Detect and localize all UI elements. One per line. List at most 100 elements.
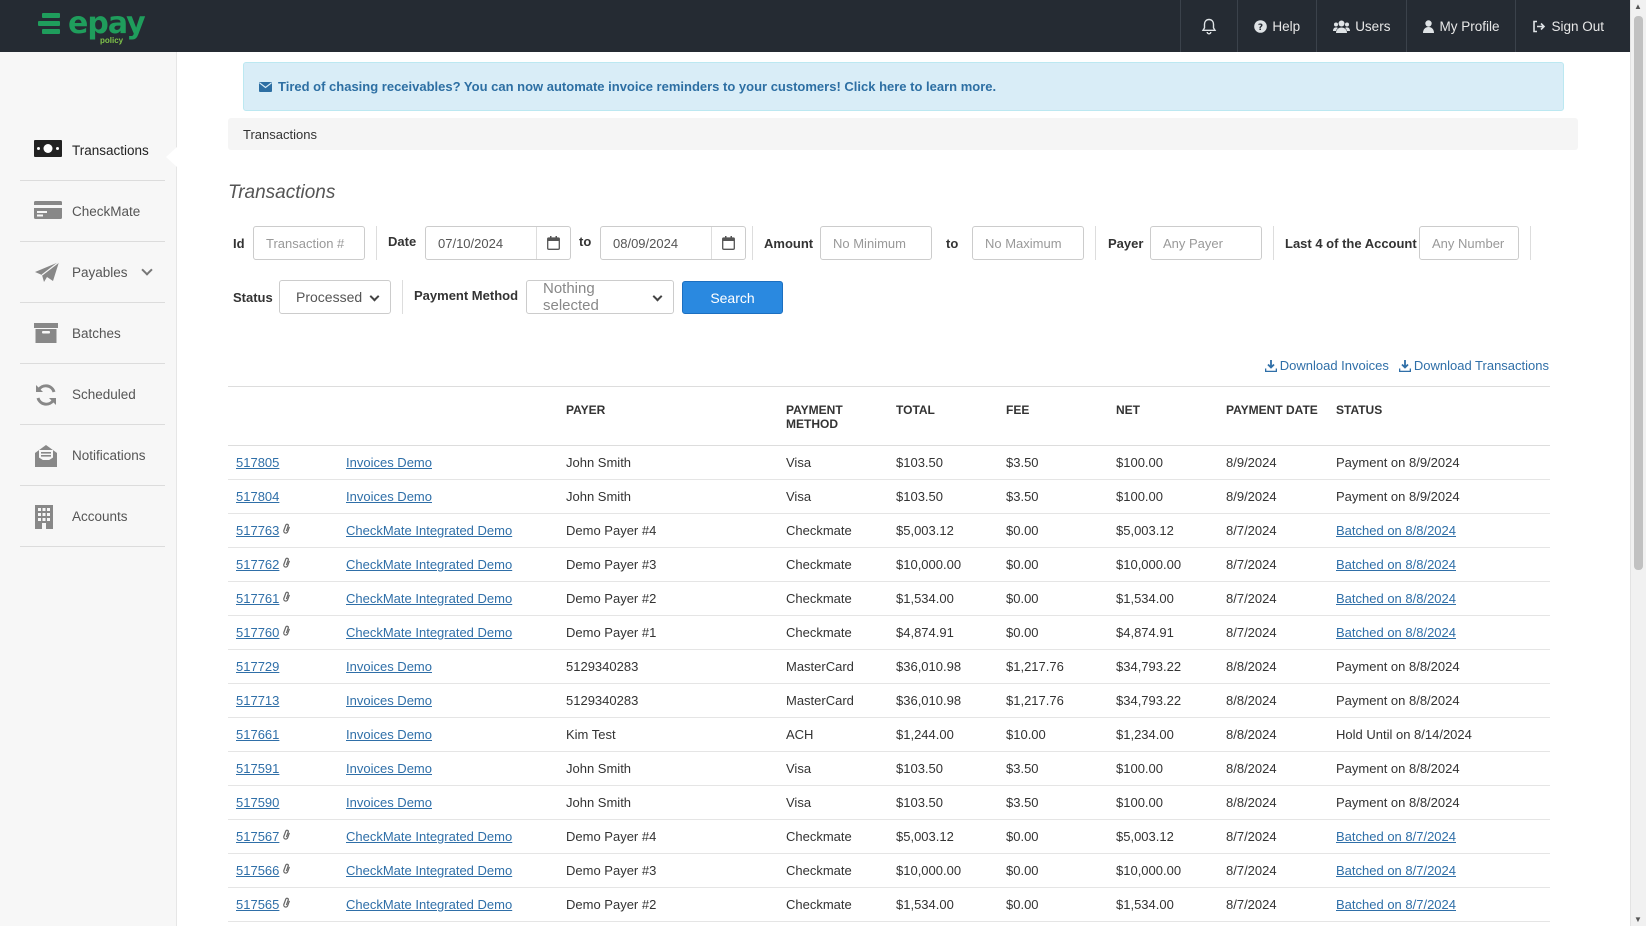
account-link[interactable]: Invoices Demo [346, 659, 432, 674]
batch-status-link[interactable]: Batched on 8/8/2024 [1336, 557, 1456, 572]
transaction-id-link[interactable]: 517565 [236, 897, 279, 912]
transaction-id-link[interactable]: 517590 [236, 795, 279, 810]
cell-payer: John Smith [558, 751, 778, 786]
column-header-status[interactable]: STATUS [1328, 386, 1550, 446]
account-link[interactable]: Invoices Demo [346, 489, 432, 504]
sidebar-item-payables[interactable]: Payables [20, 242, 165, 303]
account-link[interactable]: CheckMate Integrated Demo [346, 863, 512, 878]
cell-status: Payment on 8/9/2024 [1328, 479, 1550, 514]
epay-logo[interactable]: epay policy [38, 6, 158, 46]
account-link[interactable]: CheckMate Integrated Demo [346, 523, 512, 538]
batch-status-link[interactable]: Batched on 8/7/2024 [1336, 897, 1456, 912]
transaction-id-link[interactable]: 517805 [236, 455, 279, 470]
cell-fee: $10.00 [998, 717, 1108, 752]
batch-status-link[interactable]: Batched on 8/8/2024 [1336, 625, 1456, 640]
date-from-input[interactable]: 07/10/2024 [425, 226, 571, 260]
calendar-icon[interactable] [711, 227, 745, 259]
download-transactions-link[interactable]: Download Transactions [1398, 358, 1549, 373]
last4-account-input[interactable]: Any Number [1419, 226, 1519, 260]
cell-payer: John Smith [558, 785, 778, 820]
transaction-id-link[interactable]: 517566 [236, 863, 279, 878]
transaction-id-link[interactable]: 517760 [236, 625, 279, 640]
batch-status-link[interactable]: Batched on 8/8/2024 [1336, 523, 1456, 538]
transaction-id-link[interactable]: 517661 [236, 727, 279, 742]
date-to-value: 08/09/2024 [613, 235, 679, 251]
account-link[interactable]: Invoices Demo [346, 693, 432, 708]
transaction-id-link[interactable]: 517591 [236, 761, 279, 776]
account-link[interactable]: Invoices Demo [346, 761, 432, 776]
account-link[interactable]: CheckMate Integrated Demo [346, 829, 512, 844]
column-header-fee[interactable]: FEE [998, 386, 1108, 446]
column-header-payment-date[interactable]: PAYMENT DATE [1218, 386, 1328, 446]
users-button[interactable]: Users [1316, 0, 1406, 52]
download-invoices-link[interactable]: Download Invoices [1264, 358, 1389, 373]
transaction-id-input[interactable]: Transaction # [253, 226, 365, 260]
notifications-bell-button[interactable] [1180, 0, 1237, 52]
amount-min-input[interactable]: No Minimum [820, 226, 932, 260]
account-link[interactable]: CheckMate Integrated Demo [346, 625, 512, 640]
sign-out-button[interactable]: Sign Out [1515, 0, 1630, 52]
account-link[interactable]: CheckMate Integrated Demo [346, 591, 512, 606]
sidebar-item-batches[interactable]: Batches [20, 303, 165, 364]
account-link[interactable]: Invoices Demo [346, 727, 432, 742]
sidebar-item-checkmate[interactable]: CheckMate [20, 181, 165, 242]
cell-payment-date: 8/9/2024 [1218, 445, 1328, 480]
cell-net: $100.00 [1108, 751, 1218, 786]
account-link[interactable]: Invoices Demo [346, 455, 432, 470]
transaction-id-link[interactable]: 517804 [236, 489, 279, 504]
cell-payer: Demo Payer #4 [558, 819, 778, 854]
my-profile-button[interactable]: My Profile [1406, 0, 1515, 52]
paperclip-icon [282, 829, 291, 844]
sidebar-item-transactions[interactable]: Transactions [20, 120, 165, 181]
cell-net: $34,793.22 [1108, 649, 1218, 684]
transaction-id-link[interactable]: 517763 [236, 523, 279, 538]
table-row: 517661 Invoices Demo Kim Test ACH $1,244.00 $… [228, 717, 1550, 752]
scroll-down-arrow-icon[interactable]: ▼ [1634, 915, 1642, 924]
batch-status-link[interactable]: Batched on 8/8/2024 [1336, 591, 1456, 606]
calendar-icon[interactable] [536, 227, 570, 259]
column-header-total[interactable]: TOTAL [888, 386, 998, 446]
status-select[interactable]: Processed [279, 280, 391, 314]
transaction-id-link[interactable]: 517713 [236, 693, 279, 708]
envelope-icon [259, 81, 272, 92]
account-link[interactable]: CheckMate Integrated Demo [346, 897, 512, 912]
payment-method-filter-label: Payment Method [414, 288, 519, 303]
batch-status-link[interactable]: Batched on 8/7/2024 [1336, 829, 1456, 844]
status-select-value: Processed [296, 289, 363, 305]
column-header-payer[interactable]: PAYER [558, 386, 778, 446]
help-button[interactable]: ? Help [1237, 0, 1316, 52]
column-header-net[interactable]: NET [1108, 386, 1218, 446]
scrollbar-thumb[interactable] [1634, 16, 1643, 570]
status-text: Payment on 8/8/2024 [1336, 761, 1460, 776]
sidebar-item-accounts[interactable]: Accounts [20, 486, 165, 547]
sidebar-item-scheduled[interactable]: Scheduled [20, 364, 165, 425]
payer-input[interactable]: Any Payer [1150, 226, 1262, 260]
cell-fee: $1,217.76 [998, 683, 1108, 718]
scroll-up-arrow-icon[interactable]: ▲ [1634, 2, 1642, 11]
transaction-id-link[interactable]: 517762 [236, 557, 279, 572]
account-link[interactable]: CheckMate Integrated Demo [346, 557, 512, 572]
batch-status-link[interactable]: Batched on 8/7/2024 [1336, 863, 1456, 878]
cell-id: 517713 [228, 683, 338, 718]
chevron-down-icon[interactable] [141, 264, 153, 276]
transaction-id-link[interactable]: 517567 [236, 829, 279, 844]
transaction-id-link[interactable]: 517761 [236, 591, 279, 606]
cell-id: 517729 [228, 649, 338, 684]
amount-max-input[interactable]: No Maximum [972, 226, 1084, 260]
user-icon [1423, 19, 1435, 33]
search-button[interactable]: Search [682, 281, 783, 314]
table-row: 517763 CheckMate Integrated Demo Demo Paye… [228, 513, 1550, 548]
check-card-icon [34, 200, 62, 222]
account-link[interactable]: Invoices Demo [346, 795, 432, 810]
sidebar-item-notifications[interactable]: Notifications [20, 425, 165, 486]
invoice-reminder-alert[interactable]: Tired of chasing receivables? You can no… [243, 62, 1564, 111]
payment-method-select[interactable]: Nothing selected [526, 280, 674, 314]
cell-fee: $3.50 [998, 445, 1108, 480]
transaction-id-link[interactable]: 517729 [236, 659, 279, 674]
page-scrollbar[interactable]: ▲ ▼ [1630, 0, 1646, 926]
date-to-input[interactable]: 08/09/2024 [600, 226, 746, 260]
filter-divider [1273, 226, 1274, 260]
cell-id: 517805 [228, 445, 338, 480]
cell-id: 517761 [228, 581, 338, 616]
column-header-payment-method[interactable]: PAYMENT METHOD [778, 386, 888, 446]
